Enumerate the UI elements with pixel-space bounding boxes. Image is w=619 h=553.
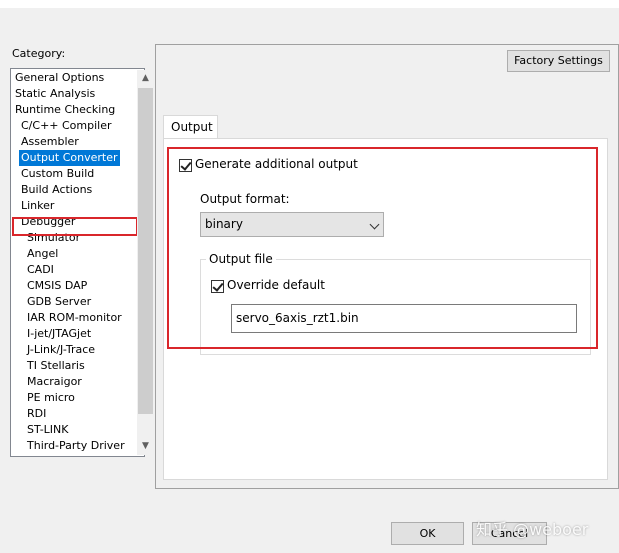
category-item-angel[interactable]: Angel xyxy=(25,246,60,262)
top-strip xyxy=(0,0,619,8)
category-item-j-link-j-trace[interactable]: J-Link/J-Trace xyxy=(25,342,97,358)
category-item-rdi[interactable]: RDI xyxy=(25,406,48,422)
category-item-runtime-checking[interactable]: Runtime Checking xyxy=(13,102,117,118)
category-item-custom-build[interactable]: Custom Build xyxy=(19,166,96,182)
category-item-c-c-compiler[interactable]: C/C++ Compiler xyxy=(19,118,114,134)
ok-button[interactable]: OK xyxy=(391,522,464,545)
watermark: 知乎 @weboer xyxy=(476,520,589,539)
category-item-static-analysis[interactable]: Static Analysis xyxy=(13,86,97,102)
category-item-ti-stellaris[interactable]: TI Stellaris xyxy=(25,358,87,374)
chevron-up-icon[interactable]: ▲ xyxy=(137,70,154,87)
category-item-output-converter[interactable]: Output Converter xyxy=(19,150,120,166)
category-list[interactable]: General Options Static Analysis Runtime Ch… xyxy=(10,68,154,457)
highlight-box-output-settings xyxy=(167,147,598,349)
category-item-gdb-server[interactable]: GDB Server xyxy=(25,294,93,310)
category-item-pe-micro[interactable]: PE micro xyxy=(25,390,77,406)
category-label: Category: xyxy=(12,47,66,60)
category-item-linker[interactable]: Linker xyxy=(19,198,56,214)
category-item-third-party-driver[interactable]: Third-Party Driver xyxy=(25,438,127,454)
category-item-st-link[interactable]: ST-LINK xyxy=(25,422,70,438)
category-item-general-options[interactable]: General Options xyxy=(13,70,106,86)
category-item-cadi[interactable]: CADI xyxy=(25,262,56,278)
category-item-iar-rom-monitor[interactable]: IAR ROM-monitor xyxy=(25,310,124,326)
tab-output[interactable]: Output xyxy=(163,115,218,139)
chevron-down-icon[interactable]: ▼ xyxy=(137,438,154,455)
category-item-i-jet-jtagjet[interactable]: I-jet/JTAGjet xyxy=(25,326,93,342)
category-scrollbar[interactable]: ▲ ▼ xyxy=(137,70,154,455)
category-item-cmsis-dap[interactable]: CMSIS DAP xyxy=(25,278,89,294)
category-item-build-actions[interactable]: Build Actions xyxy=(19,182,94,198)
factory-settings-button[interactable]: Factory Settings xyxy=(507,50,610,72)
category-item-macraigor[interactable]: Macraigor xyxy=(25,374,84,390)
highlight-box-output-converter xyxy=(12,217,138,236)
category-item-assembler[interactable]: Assembler xyxy=(19,134,81,150)
scrollbar-thumb[interactable] xyxy=(138,88,153,414)
